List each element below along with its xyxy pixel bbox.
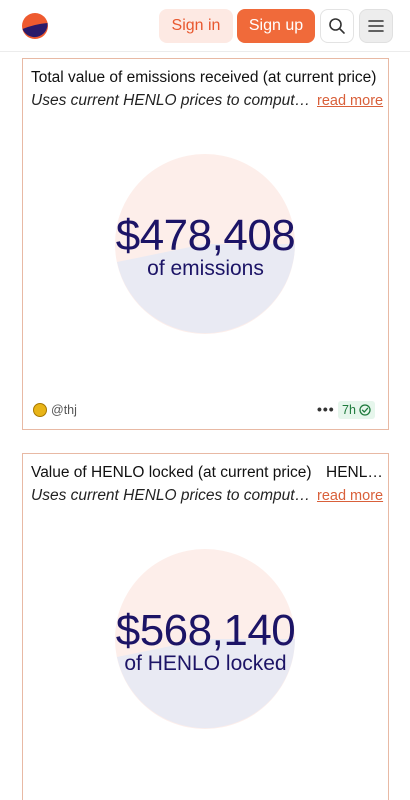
card-title[interactable]: Total value of emissions received (at cu… [31,69,379,87]
author-handle[interactable]: @thj [51,403,77,417]
metric-value: $478,408 [115,211,296,260]
metric-card[interactable]: Value of HENLO locked (at current price)… [22,453,389,800]
card-title[interactable]: Value of HENLO locked (at current price) [31,464,321,482]
more-options-icon[interactable]: ••• [317,401,335,417]
time-label: 7h [342,403,356,417]
hamburger-menu-icon [368,20,384,32]
metric-value: $568,140 [115,606,296,655]
metric-card[interactable]: Total value of emissions received (at cu… [22,58,389,430]
search-button[interactable] [320,9,354,43]
read-more-link[interactable]: read more [317,93,383,109]
search-icon [329,18,345,34]
metric-caption: of emissions [147,257,264,280]
card-subtitle: Uses current HENLO prices to compute val… [31,487,311,504]
avatar[interactable] [33,403,47,417]
sign-up-button[interactable]: Sign up [237,9,315,43]
card-footer: @thj ••• 7h [33,401,378,421]
time-badge: 7h [338,401,375,419]
top-navbar: Sign in Sign up [0,0,410,52]
card-title-suffix: HENL… [326,464,383,481]
sign-in-button[interactable]: Sign in [159,9,233,43]
logo-icon[interactable] [22,13,48,39]
metric-caption: of HENLO locked [124,652,287,675]
check-circle-icon [359,404,371,416]
read-more-link[interactable]: read more [317,488,383,504]
card-subtitle: Uses current HENLO prices to compute val… [31,92,311,109]
menu-button[interactable] [359,9,393,43]
